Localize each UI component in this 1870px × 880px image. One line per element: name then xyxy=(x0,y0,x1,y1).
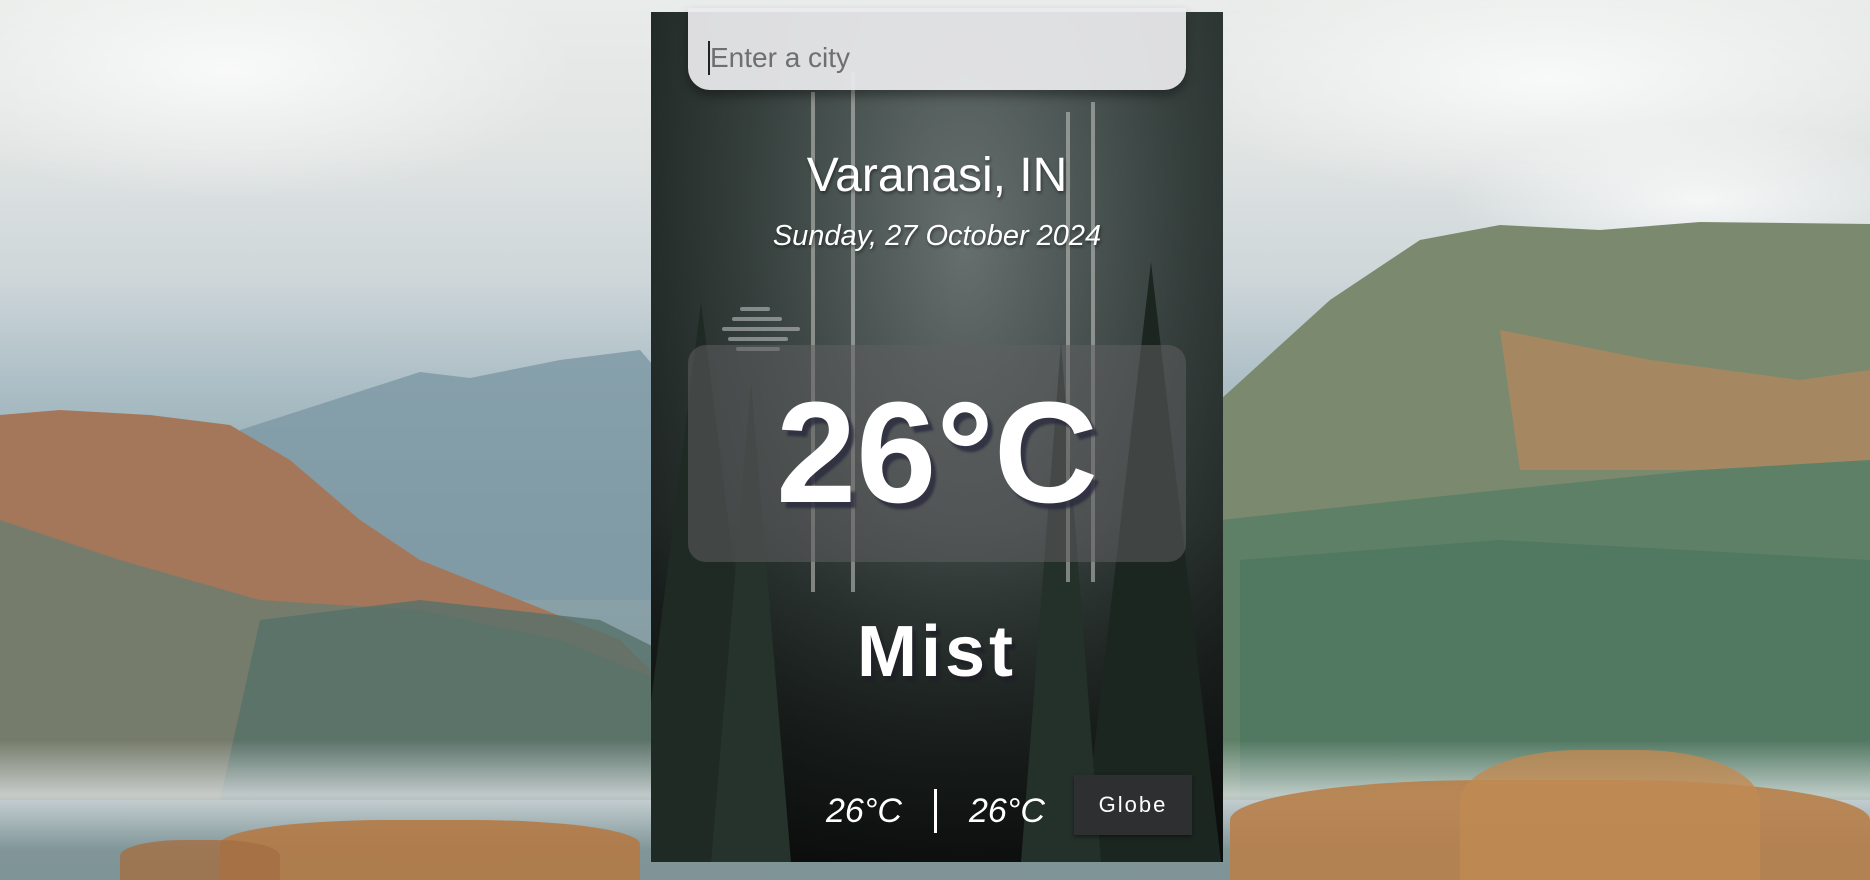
high-temperature: 26°C xyxy=(968,791,1045,830)
temperature-panel: 26°C xyxy=(688,345,1186,562)
weather-condition: Mist xyxy=(857,612,1017,692)
city-name: Varanasi, IN xyxy=(806,149,1068,202)
globe-button[interactable]: Globe xyxy=(1074,775,1192,835)
current-temperature: 26°C xyxy=(776,372,1098,533)
search-bar xyxy=(688,8,1186,90)
range-divider xyxy=(933,789,937,833)
city-search-input[interactable] xyxy=(710,36,1170,80)
current-date: Sunday, 27 October 2024 xyxy=(772,220,1102,252)
text-caret xyxy=(708,41,710,75)
low-temperature: 26°C xyxy=(826,791,902,830)
temperature-range: 26°C 26°C xyxy=(826,789,1045,833)
